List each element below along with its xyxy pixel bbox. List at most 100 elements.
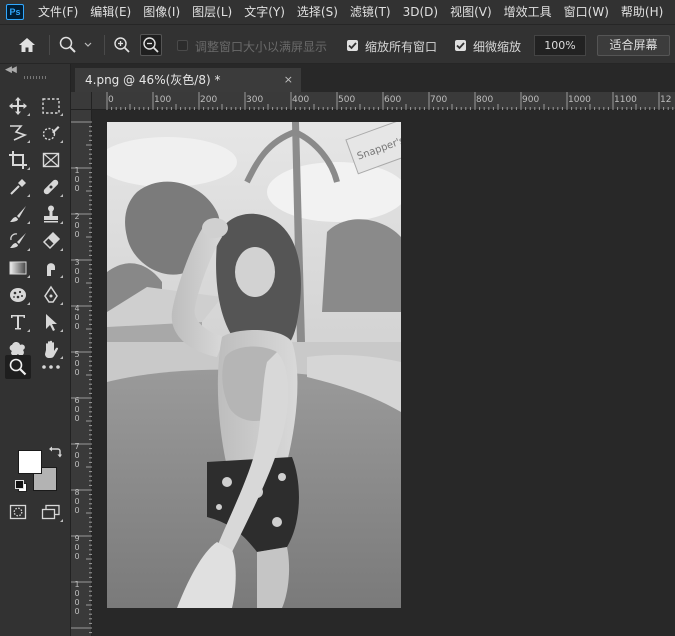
more-dots-icon <box>42 365 60 369</box>
photoshop-logo: Ps <box>6 4 24 20</box>
menu-edit[interactable]: 编辑(E) <box>84 0 137 24</box>
type-tool[interactable] <box>5 310 31 334</box>
gradient-tool[interactable] <box>5 256 31 280</box>
document-tab-bar: 4.png @ 46%(灰色/8) * × <box>71 64 675 92</box>
canvas-area[interactable]: Snapper's <box>92 110 675 636</box>
smudge-tool[interactable] <box>38 256 64 280</box>
move-tool[interactable] <box>5 94 31 118</box>
path-selection-tool[interactable] <box>38 310 64 334</box>
zoom-tool-icon <box>59 36 92 53</box>
stamp-icon <box>44 205 58 223</box>
ruler-label: 800 <box>476 95 494 105</box>
ruler-label: 2 0 0 <box>74 212 80 239</box>
collapse-arrows-icon[interactable]: ◀◀ <box>5 65 17 75</box>
eyedropper-icon <box>10 179 26 195</box>
zoom-all-windows-label: 缩放所有窗口 <box>365 40 438 54</box>
ruler-label: 4 0 0 <box>74 304 80 331</box>
ruler-label: 0 <box>108 95 114 105</box>
arrow-cursor-icon <box>46 314 57 331</box>
eraser-tool[interactable] <box>38 229 64 253</box>
zoom-out-icon[interactable] <box>140 34 162 56</box>
resize-windows-label: 调整窗口大小以满屏显示 <box>195 40 328 54</box>
vertical-ruler[interactable]: 1 0 0 2 0 0 3 0 0 4 0 0 5 0 0 6 0 0 7 0 … <box>71 110 92 636</box>
options-separator <box>104 35 105 55</box>
edit-toolbar-button[interactable] <box>38 355 64 379</box>
menu-plugins[interactable]: 增效工具 <box>498 0 558 24</box>
zoom-all-windows-checkbox[interactable] <box>347 40 358 51</box>
ruler-label: 7 0 0 <box>74 442 80 469</box>
ruler-label: 1 0 0 0 <box>74 580 80 616</box>
default-colors-icon[interactable] <box>14 479 28 493</box>
ruler-label: 1 0 0 <box>74 166 80 193</box>
zoom-in-icon[interactable] <box>112 35 132 55</box>
eyedropper-tool[interactable] <box>5 175 31 199</box>
crop-tool[interactable] <box>5 148 31 172</box>
brush-tool[interactable] <box>5 202 31 226</box>
ruler-label: 500 <box>338 95 356 105</box>
sponge-icon <box>10 288 26 302</box>
bandage-icon <box>43 179 59 195</box>
horizontal-ruler[interactable]: 0 100 200 300 400 500 600 700 800 900 10… <box>92 92 675 110</box>
polygonal-lasso-icon <box>10 125 28 141</box>
ruler-label: 6 0 0 <box>74 396 80 423</box>
ruler-label: 1000 <box>568 95 591 105</box>
foreground-color-swatch[interactable] <box>18 450 42 474</box>
brush-icon <box>10 206 26 222</box>
frame-tool[interactable] <box>38 148 64 172</box>
ruler-label: 1100 <box>614 95 637 105</box>
menu-help[interactable]: 帮助(H) <box>615 0 669 24</box>
document-tab[interactable]: 4.png @ 46%(灰色/8) * × <box>75 68 301 92</box>
history-brush-icon <box>10 233 26 248</box>
zoom-tool[interactable] <box>5 355 31 379</box>
tools-panel: ◀◀ <box>0 64 71 636</box>
ruler-label: 400 <box>292 95 310 105</box>
quick-mask-button[interactable] <box>5 500 31 524</box>
ruler-label: 900 <box>522 95 540 105</box>
ruler-label: 600 <box>384 95 402 105</box>
options-separator <box>49 35 50 55</box>
scrubby-zoom-checkbox[interactable] <box>455 40 466 51</box>
tools-panel-header: ◀◀ <box>0 64 71 82</box>
screen-mode-button[interactable] <box>38 500 64 524</box>
magnifier-icon <box>9 358 27 376</box>
document-photo[interactable]: Snapper's <box>107 122 401 608</box>
menu-file[interactable]: 文件(F) <box>32 0 84 24</box>
lasso-tool[interactable] <box>5 121 31 145</box>
history-brush-tool[interactable] <box>5 229 31 253</box>
swap-colors-icon[interactable] <box>48 446 62 460</box>
zoom-percent-button[interactable]: 100% <box>534 35 586 56</box>
menu-layer[interactable]: 图层(L) <box>186 0 238 24</box>
options-bar: 调整窗口大小以满屏显示 缩放所有窗口 细微缩放 100% 适合屏幕 <box>0 24 675 64</box>
ruler-label: 100 <box>154 95 172 105</box>
ruler-label: 8 0 0 <box>74 488 80 515</box>
marquee-tool[interactable] <box>38 94 64 118</box>
clone-stamp-tool[interactable] <box>38 202 64 226</box>
ruler-label: 700 <box>430 95 448 105</box>
resize-windows-checkbox[interactable] <box>177 40 188 51</box>
sponge-tool[interactable] <box>5 283 31 307</box>
eraser-icon <box>42 231 61 250</box>
pen-tool[interactable] <box>38 283 64 307</box>
panel-grip[interactable] <box>24 76 46 79</box>
screen-mode-icon <box>41 504 60 520</box>
ruler-origin[interactable] <box>71 92 92 110</box>
healing-brush-tool[interactable] <box>38 175 64 199</box>
close-icon[interactable]: × <box>284 68 293 92</box>
document-tab-title: 4.png @ 46%(灰色/8) * <box>85 73 221 87</box>
menu-view[interactable]: 视图(V) <box>444 0 498 24</box>
menu-filter[interactable]: 滤镜(T) <box>344 0 397 24</box>
zoom-tool-preset-picker[interactable] <box>58 35 98 55</box>
ruler-label: 9 0 0 <box>74 534 80 561</box>
ruler-label: 5 0 0 <box>74 350 80 377</box>
fit-screen-button[interactable]: 适合屏幕 <box>597 35 670 56</box>
quick-mask-icon <box>9 504 27 520</box>
ruler-label: 12 <box>660 95 672 105</box>
menu-image[interactable]: 图像(I) <box>137 0 186 24</box>
menu-3d[interactable]: 3D(D) <box>397 0 444 24</box>
menu-select[interactable]: 选择(S) <box>291 0 344 24</box>
menu-window[interactable]: 窗口(W) <box>558 0 615 24</box>
menu-type[interactable]: 文字(Y) <box>238 0 291 24</box>
gradient-icon <box>9 261 27 275</box>
quick-selection-tool[interactable] <box>38 121 64 145</box>
home-icon[interactable] <box>17 35 37 55</box>
